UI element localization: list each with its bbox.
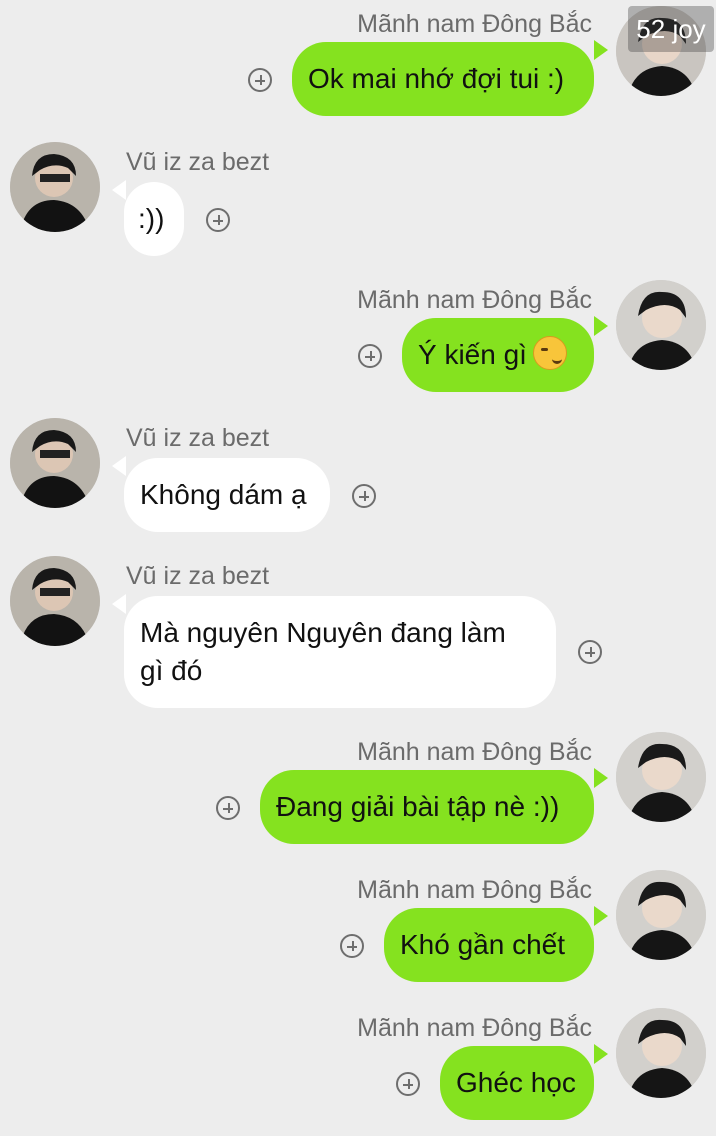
bubble-tail <box>112 180 126 200</box>
message-text-line: Mà nguyên Nguyên đang làm <box>140 617 506 648</box>
message-row: Mãnh nam Đông Bắc Ý kiến gì <box>0 276 716 406</box>
message-bubble[interactable]: :)) <box>124 182 184 256</box>
add-reaction-icon[interactable] <box>352 484 376 508</box>
message-text: Ok mai nhớ đợi tui :) <box>308 63 565 94</box>
message-bubble[interactable]: Ý kiến gì <box>402 318 594 392</box>
sender-name: Vũ iz za bezt <box>126 424 270 452</box>
bubble-tail <box>112 456 126 476</box>
bubble-tail <box>594 1044 608 1064</box>
watermark: 52 joy <box>628 6 714 52</box>
message-row: Vũ iz za bezt Không dám ạ <box>0 416 716 546</box>
avatar[interactable] <box>616 870 706 960</box>
avatar[interactable] <box>10 556 100 646</box>
message-row: Vũ iz za bezt Mà nguyên Nguyên đang làm … <box>0 554 716 714</box>
message-bubble[interactable]: Không dám ạ <box>124 458 330 532</box>
avatar[interactable] <box>616 1008 706 1098</box>
avatar[interactable] <box>616 732 706 822</box>
message-bubble[interactable]: Mà nguyên Nguyên đang làm gì đó <box>124 596 556 708</box>
avatar[interactable] <box>10 418 100 508</box>
avatar-image <box>616 1008 706 1098</box>
avatar-image <box>10 142 100 232</box>
message-bubble[interactable]: Đang giải bài tập nè :)) <box>260 770 594 844</box>
sender-name: Vũ iz za bezt <box>126 148 270 176</box>
bubble-tail <box>112 594 126 614</box>
add-reaction-icon[interactable] <box>578 640 602 664</box>
sender-name: Mãnh nam Đông Bắc <box>357 1014 592 1042</box>
chat-view[interactable]: Mãnh nam Đông Bắc Ok mai nhớ đợi tui :) … <box>0 0 716 1136</box>
add-reaction-icon[interactable] <box>340 934 364 958</box>
bubble-tail <box>594 906 608 926</box>
bubble-tail <box>594 40 608 60</box>
message-text: Đang giải bài tập nè :)) <box>276 791 560 822</box>
add-reaction-icon[interactable] <box>206 208 230 232</box>
message-bubble[interactable]: Ghéc học <box>440 1046 594 1120</box>
message-text: Không dám ạ <box>140 479 307 510</box>
add-reaction-icon[interactable] <box>358 344 382 368</box>
message-row: Mãnh nam Đông Bắc Khó gần chết <box>0 866 716 996</box>
avatar[interactable] <box>616 280 706 370</box>
sender-name: Mãnh nam Đông Bắc <box>357 10 592 38</box>
smirk-emoji-icon <box>532 336 567 370</box>
message-text: Ghéc học <box>456 1067 576 1098</box>
message-row: Mãnh nam Đông Bắc Ghéc học <box>0 1004 716 1134</box>
message-row: Mãnh nam Đông Bắc Đang giải bài tập nè :… <box>0 728 716 858</box>
message-row: Vũ iz za bezt :)) <box>0 140 716 270</box>
bubble-tail <box>594 768 608 788</box>
add-reaction-icon[interactable] <box>216 796 240 820</box>
bubble-tail <box>594 316 608 336</box>
sender-name: Mãnh nam Đông Bắc <box>357 738 592 766</box>
message-text: Ý kiến gì <box>418 339 527 370</box>
add-reaction-icon[interactable] <box>396 1072 420 1096</box>
avatar[interactable] <box>10 142 100 232</box>
sender-name: Mãnh nam Đông Bắc <box>357 876 592 904</box>
message-text: Khó gần chết <box>400 929 566 960</box>
message-text: :)) <box>138 203 165 234</box>
sender-name: Vũ iz za bezt <box>126 562 270 590</box>
message-bubble[interactable]: Ok mai nhớ đợi tui :) <box>292 42 594 116</box>
avatar-image <box>616 732 706 822</box>
avatar-image <box>10 556 100 646</box>
message-row: Mãnh nam Đông Bắc Ok mai nhớ đợi tui :) <box>0 0 716 120</box>
add-reaction-icon[interactable] <box>248 68 272 92</box>
sender-name: Mãnh nam Đông Bắc <box>357 286 592 314</box>
message-bubble[interactable]: Khó gần chết <box>384 908 594 982</box>
avatar-image <box>616 280 706 370</box>
avatar-image <box>616 870 706 960</box>
message-text-line: gì đó <box>140 655 203 686</box>
avatar-image <box>10 418 100 508</box>
